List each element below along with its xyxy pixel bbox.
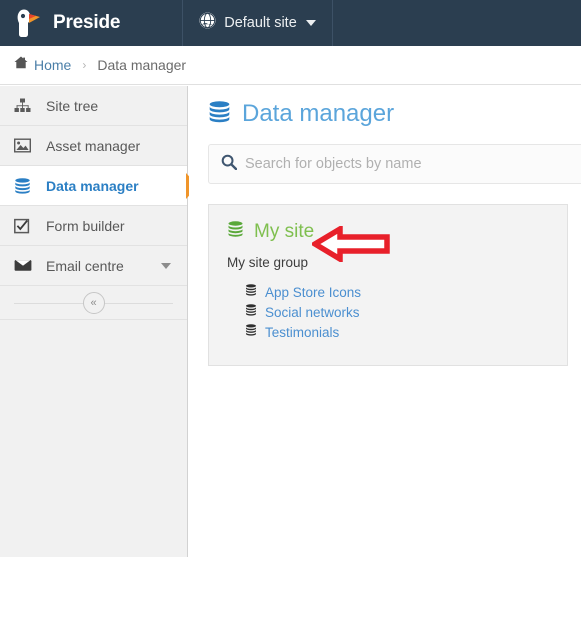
envelope-icon (14, 259, 34, 272)
site-selector[interactable]: Default site (183, 0, 333, 46)
sidebar-item-data-manager[interactable]: Data manager (0, 166, 198, 206)
sidebar-item-site-tree[interactable]: Site tree (0, 86, 187, 126)
brand-home-link[interactable]: Preside (0, 0, 183, 46)
breadcrumb-home-link[interactable]: Home (34, 57, 71, 73)
search-icon (221, 154, 238, 175)
caret-down-icon (305, 20, 316, 26)
search-box[interactable] (208, 144, 581, 184)
chevron-down-icon[interactable] (161, 262, 171, 269)
object-link[interactable]: App Store Icons (265, 285, 361, 300)
checkbox-checked-icon (14, 218, 34, 234)
sidebar: Site tree Asset manager Data manager For… (0, 86, 198, 557)
object-link[interactable]: Testimonials (265, 325, 339, 340)
object-list: App Store Icons Social networks Testimon… (227, 283, 549, 342)
sidebar-collapse-button[interactable]: « (82, 291, 105, 314)
main-content: Data manager My site My site group (189, 86, 581, 623)
database-icon (208, 100, 231, 128)
search-input[interactable] (245, 156, 575, 172)
object-link[interactable]: Social networks (265, 305, 360, 320)
object-group-card: My site My site group App Store Icons So… (208, 204, 568, 366)
sidebar-item-form-builder[interactable]: Form builder (0, 206, 187, 246)
database-icon (245, 323, 257, 342)
sidebar-item-label: Asset manager (46, 137, 141, 154)
image-icon (14, 138, 34, 153)
page-title: Data manager (208, 100, 581, 128)
sidebar-item-label: Site tree (46, 97, 99, 114)
database-icon (245, 303, 257, 322)
brand-name: Preside (53, 12, 121, 33)
parrot-logo-icon (14, 7, 44, 39)
group-title[interactable]: My site (254, 221, 314, 243)
sidebar-item-label: Email centre (46, 257, 124, 274)
database-icon (14, 177, 34, 194)
database-icon (227, 221, 244, 243)
home-icon (14, 56, 28, 74)
breadcrumb-separator: › (82, 58, 87, 72)
list-item[interactable]: App Store Icons (245, 283, 549, 302)
breadcrumb-current: Data manager (97, 57, 187, 73)
top-bar: Preside Default site (0, 0, 581, 46)
sidebar-item-email-centre[interactable]: Email centre (0, 246, 187, 286)
list-item[interactable]: Testimonials (245, 323, 549, 342)
site-selector-label: Default site (224, 15, 297, 31)
sidebar-item-label: Form builder (46, 217, 125, 234)
page-title-text: Data manager (242, 100, 395, 127)
group-title-row[interactable]: My site (227, 221, 549, 243)
sidebar-item-label: Data manager (46, 177, 139, 194)
database-icon (245, 283, 257, 302)
list-item[interactable]: Social networks (245, 303, 549, 322)
globe-icon (199, 12, 216, 34)
breadcrumb: Home › Data manager (0, 46, 581, 85)
sidebar-item-asset-manager[interactable]: Asset manager (0, 126, 187, 166)
sitemap-icon (14, 98, 34, 113)
group-subtitle: My site group (227, 255, 309, 270)
sidebar-collapse-row: « (0, 286, 187, 320)
